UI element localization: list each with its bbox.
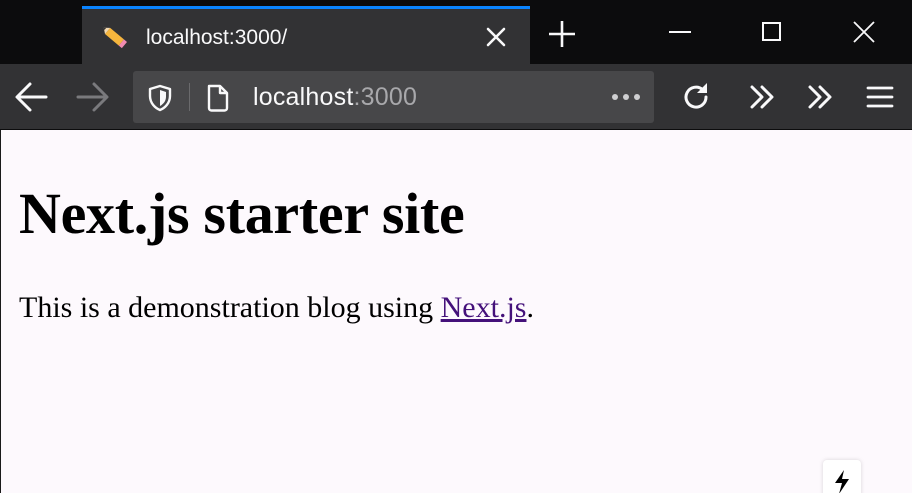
- navigation-toolbar: localhost:3000: [0, 64, 912, 130]
- tab-strip: localhost:3000/: [0, 0, 912, 64]
- url-port: :3000: [353, 83, 418, 111]
- reload-button[interactable]: [676, 78, 716, 116]
- page-title: Next.js starter site: [19, 181, 465, 246]
- page-icon[interactable]: [205, 83, 231, 113]
- overflow-menu-button[interactable]: [800, 78, 840, 116]
- minimize-button[interactable]: [660, 14, 700, 50]
- window-close-button[interactable]: [844, 14, 884, 50]
- url-separator: [189, 83, 190, 111]
- intro-text: This is a demonstration blog using: [19, 291, 441, 324]
- maximize-button[interactable]: [752, 14, 792, 50]
- hamburger-icon[interactable]: [860, 78, 900, 116]
- tab-active[interactable]: localhost:3000/: [82, 6, 530, 64]
- pencil-icon: [100, 25, 132, 51]
- url-host: localhost: [253, 83, 354, 111]
- lightning-icon: [832, 468, 852, 493]
- nextjs-link[interactable]: Next.js: [441, 291, 527, 324]
- ellipsis-icon[interactable]: [609, 85, 645, 109]
- double-chevron-icon[interactable]: [742, 78, 782, 116]
- new-tab-button[interactable]: [544, 18, 580, 50]
- intro-period: .: [526, 291, 534, 324]
- forward-button[interactable]: [72, 78, 112, 116]
- page-viewport: Next.js starter site This is a demonstra…: [0, 130, 912, 493]
- tab-title: localhost:3000/: [146, 26, 288, 49]
- url-text[interactable]: localhost:3000: [253, 83, 417, 112]
- address-bar[interactable]: localhost:3000: [133, 71, 654, 123]
- dev-build-indicator[interactable]: [823, 460, 861, 493]
- shield-icon[interactable]: [147, 84, 173, 112]
- page-intro-paragraph: This is a demonstration blog using Next.…: [19, 291, 534, 325]
- tab-close-icon[interactable]: [484, 25, 508, 49]
- back-button[interactable]: [12, 78, 52, 116]
